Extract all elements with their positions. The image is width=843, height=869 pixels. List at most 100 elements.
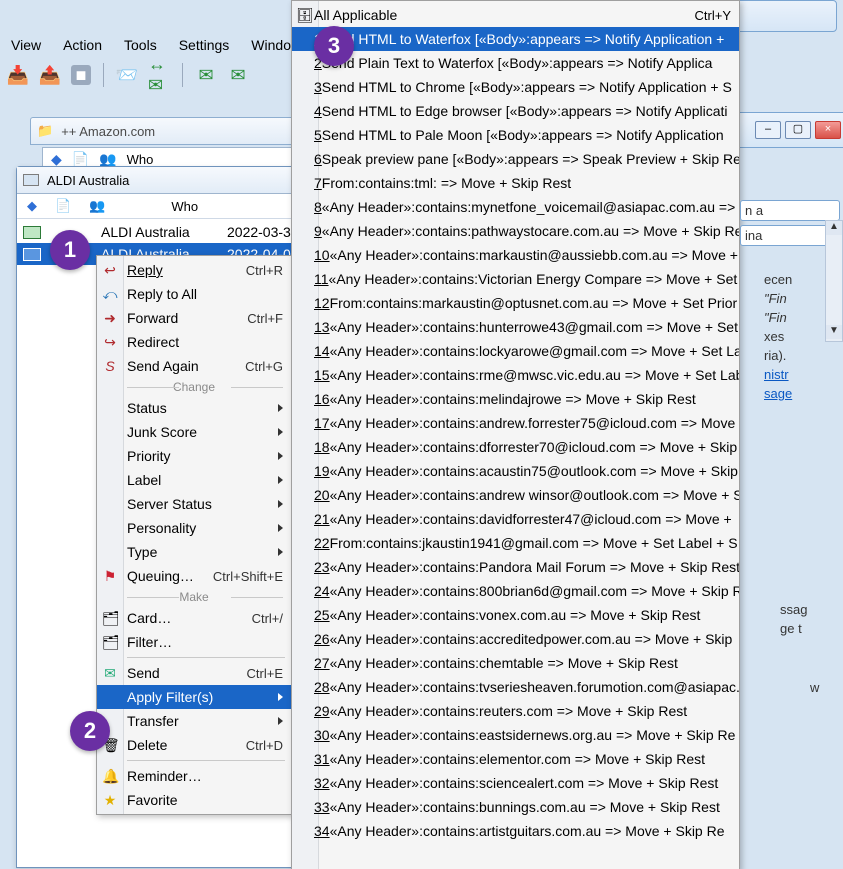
attachment-col-icon[interactable]: 📄 <box>55 198 71 214</box>
menu-personality[interactable]: Personality <box>97 516 291 540</box>
menu-apply-filters[interactable]: Apply Filter(s) <box>97 685 291 709</box>
filter-item[interactable]: 29 «Any Header»:contains:reuters.com => … <box>292 699 739 723</box>
menu-reply[interactable]: ↩ Reply Ctrl+R <box>97 258 291 282</box>
filter-item[interactable]: 28 «Any Header»:contains:tvseriesheaven.… <box>292 675 739 699</box>
menu-redirect[interactable]: ↪ Redirect <box>97 330 291 354</box>
filter-item[interactable]: 1 Send HTML to Waterfox [«Body»:appears … <box>292 27 739 51</box>
inbox-icon[interactable]: 📥 <box>7 64 29 86</box>
filter-label: «Any Header»:contains:artistguitars.com.… <box>330 823 725 839</box>
envelope-b-icon[interactable]: ✉ <box>227 64 249 86</box>
filter-item[interactable]: 15 «Any Header»:contains:rme@mwsc.vic.ed… <box>292 363 739 387</box>
frag-link[interactable]: nistr <box>764 367 789 382</box>
filter-item[interactable]: 6 Speak preview pane [«Body»:appears => … <box>292 147 739 171</box>
filter-item[interactable]: 8 «Any Header»:contains:mynetfone_voicem… <box>292 195 739 219</box>
menu-card[interactable]: 🗂 Card… Ctrl+/ <box>97 606 291 630</box>
filter-item[interactable]: 10 «Any Header»:contains:markaustin@auss… <box>292 243 739 267</box>
filter-item[interactable]: 22 From:contains:jkaustin1941@gmail.com … <box>292 531 739 555</box>
menu-priority[interactable]: Priority <box>97 444 291 468</box>
filter-item[interactable]: 16 «Any Header»:contains:melindajrowe =>… <box>292 387 739 411</box>
filter-item[interactable]: 20 «Any Header»:contains:andrew winsor@o… <box>292 483 739 507</box>
filter-item[interactable]: 14 «Any Header»:contains:lockyarowe@gmai… <box>292 339 739 363</box>
menu-reminder[interactable]: 🔔 Reminder… <box>97 764 291 788</box>
menu-label: Card… <box>127 610 171 626</box>
envelope-a-icon[interactable]: ✉ <box>195 64 217 86</box>
contacts-col-icon[interactable]: 👥 <box>89 198 105 214</box>
menu-transfer[interactable]: Transfer <box>97 709 291 733</box>
menu-send[interactable]: ✉ Send Ctrl+E <box>97 661 291 685</box>
menu-settings[interactable]: Settings <box>175 35 234 55</box>
filter-item[interactable]: 23 «Any Header»:contains:Pandora Mail Fo… <box>292 555 739 579</box>
filter-item[interactable]: 25 «Any Header»:contains:vonex.com.au =>… <box>292 603 739 627</box>
submenu-arrow-icon <box>278 476 283 484</box>
menu-send-again[interactable]: S Send Again Ctrl+G <box>97 354 291 378</box>
scroll-up-icon[interactable]: ▲ <box>826 221 842 235</box>
filter-label: «Any Header»:contains:davidforrester47@i… <box>330 511 732 527</box>
filter-label: «Any Header»:contains:reuters.com => Mov… <box>330 703 688 719</box>
menu-tools[interactable]: Tools <box>120 35 161 55</box>
filter-label: Send HTML to Edge browser [«Body»:appear… <box>322 103 728 119</box>
filter-item[interactable]: 13 «Any Header»:contains:hunterrowe43@gm… <box>292 315 739 339</box>
menu-separator <box>127 760 285 761</box>
submenu-arrow-icon <box>278 500 283 508</box>
menu-server-status[interactable]: Server Status <box>97 492 291 516</box>
filter-index: 21 <box>314 511 330 527</box>
filter-item[interactable]: 24 «Any Header»:contains:800brian6d@gmai… <box>292 579 739 603</box>
menu-type[interactable]: Type <box>97 540 291 564</box>
filter-item[interactable]: 26 «Any Header»:contains:accreditedpower… <box>292 627 739 651</box>
filter-item[interactable]: 34 «Any Header»:contains:artistguitars.c… <box>292 819 739 843</box>
filter-item[interactable]: 4 Send HTML to Edge browser [«Body»:appe… <box>292 99 739 123</box>
column-who[interactable]: Who <box>171 199 198 214</box>
menu-label: Forward <box>127 310 178 326</box>
menu-view[interactable]: View <box>7 35 45 55</box>
frag-link[interactable]: sage <box>764 386 792 401</box>
menu-queuing[interactable]: ⚑ Queuing… Ctrl+Shift+E <box>97 564 291 588</box>
menu-label[interactable]: Label <box>97 468 291 492</box>
filter-label: Speak preview pane [«Body»:appears => Sp… <box>322 151 740 167</box>
vertical-scrollbar[interactable]: ▲ ▼ <box>825 220 843 342</box>
menu-action[interactable]: Action <box>59 35 106 55</box>
filter-item[interactable]: 31 «Any Header»:contains:elementor.com =… <box>292 747 739 771</box>
frag-text: ge t <box>780 619 840 638</box>
filter-all-applicable[interactable]: 🗄 All Applicable Ctrl+Y <box>292 3 739 27</box>
menu-label: Reminder… <box>127 768 202 784</box>
filter-item[interactable]: 27 «Any Header»:contains:chemtable => Mo… <box>292 651 739 675</box>
filter-index: 34 <box>314 823 330 839</box>
filter-item[interactable]: 30 «Any Header»:contains:eastsidernews.o… <box>292 723 739 747</box>
menu-reply-all[interactable]: ⤺ Reply to All <box>97 282 291 306</box>
menu-favorite[interactable]: ★ Favorite <box>97 788 291 812</box>
filter-index: 4 <box>314 103 322 119</box>
filter-item[interactable]: 21 «Any Header»:contains:davidforrester4… <box>292 507 739 531</box>
mail-exchange-icon[interactable]: ↔✉ <box>148 64 170 86</box>
menu-forward[interactable]: ➜ Forward Ctrl+F <box>97 306 291 330</box>
filter-item[interactable]: 11 «Any Header»:contains:Victorian Energ… <box>292 267 739 291</box>
filter-item[interactable]: 33 «Any Header»:contains:bunnings.com.au… <box>292 795 739 819</box>
filter-item[interactable]: 5 Send HTML to Pale Moon [«Body»:appears… <box>292 123 739 147</box>
filter-label: Send HTML to Chrome [«Body»:appears => N… <box>322 79 732 95</box>
filter-item[interactable]: 7 From:contains:tml: => Move + Skip Rest <box>292 171 739 195</box>
stop-icon[interactable]: ■ <box>71 65 91 85</box>
indicator-diamond-icon[interactable]: ◆ <box>27 198 37 214</box>
filter-item[interactable]: 19 «Any Header»:contains:acaustin75@outl… <box>292 459 739 483</box>
menu-delete[interactable]: 🗑 Delete Ctrl+D <box>97 733 291 757</box>
window-close-icon[interactable]: × <box>815 121 841 139</box>
menu-junk-score[interactable]: Junk Score <box>97 420 291 444</box>
filter-item[interactable]: 12 From:contains:markaustin@optusnet.com… <box>292 291 739 315</box>
menu-status[interactable]: Status <box>97 396 291 420</box>
mail-open-icon[interactable]: 📨 <box>116 64 138 86</box>
filter-item[interactable]: 2 Send Plain Text to Waterfox [«Body»:ap… <box>292 51 739 75</box>
filter-item[interactable]: 17 «Any Header»:contains:andrew.forreste… <box>292 411 739 435</box>
window-maximize-icon[interactable]: ▢ <box>785 121 811 139</box>
submenu-arrow-icon <box>278 452 283 460</box>
filter-item[interactable]: 18 «Any Header»:contains:dforrester70@ic… <box>292 435 739 459</box>
menu-filter[interactable]: 🗂 Filter… <box>97 630 291 654</box>
filter-item[interactable]: 3 Send HTML to Chrome [«Body»:appears =>… <box>292 75 739 99</box>
filter-index: 29 <box>314 703 330 719</box>
contacts-icon: 👥 <box>99 151 116 168</box>
filter-item[interactable]: 32 «Any Header»:contains:sciencealert.co… <box>292 771 739 795</box>
outbox-icon[interactable]: 📤 <box>39 64 61 86</box>
window-minimize-icon[interactable]: – <box>755 121 781 139</box>
filter-item[interactable]: 9 «Any Header»:contains:pathwaystocare.c… <box>292 219 739 243</box>
filter-index: 27 <box>314 655 330 671</box>
frag-text: ssag <box>780 600 840 619</box>
scroll-down-icon[interactable]: ▼ <box>826 325 842 339</box>
